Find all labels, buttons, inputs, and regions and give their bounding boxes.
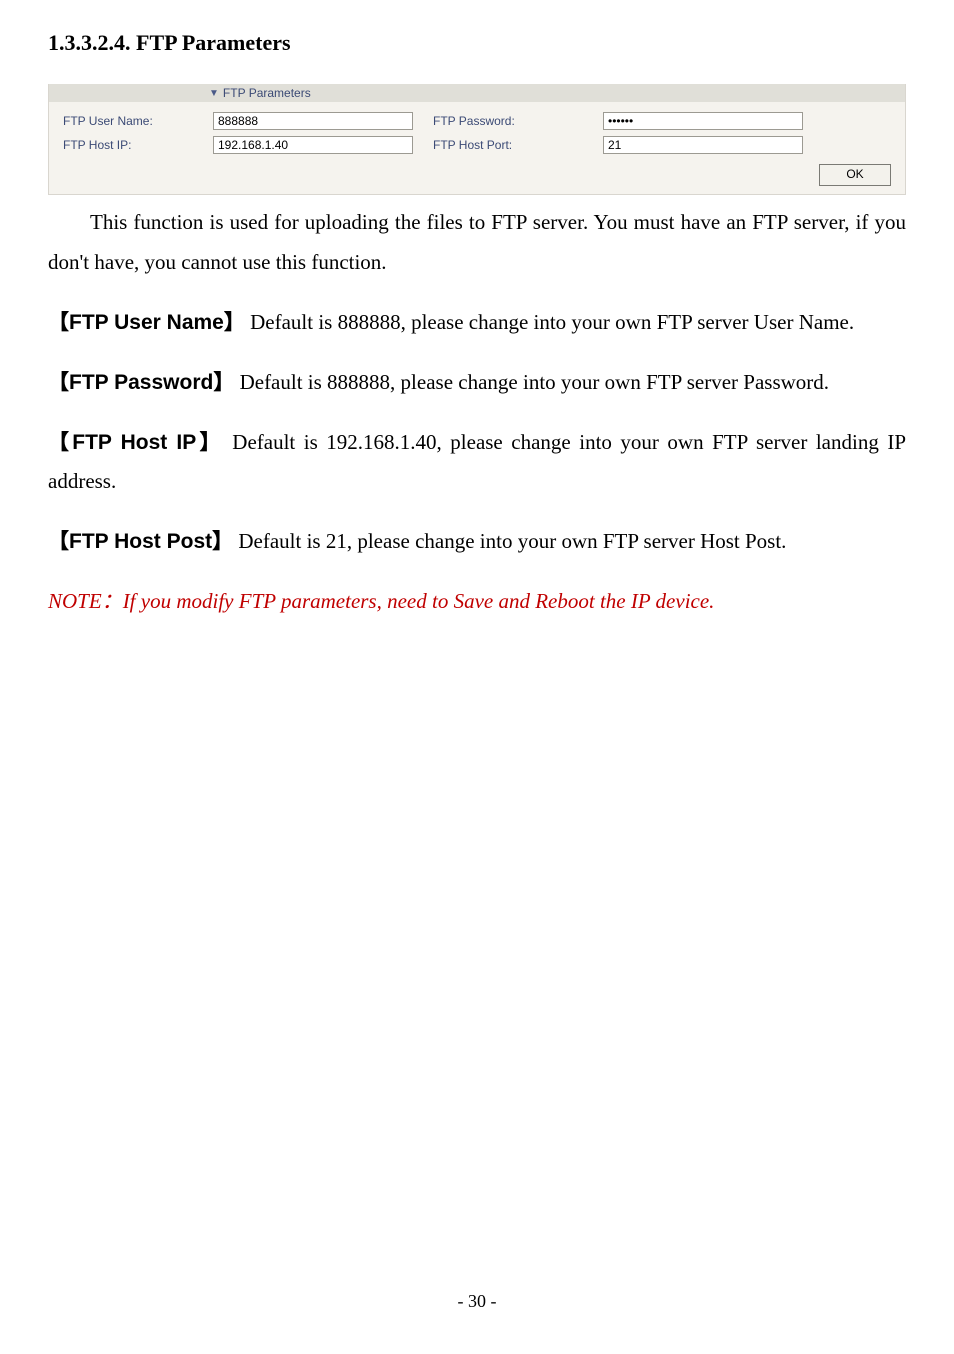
ftp-host-port-label: 【FTP Host Post】 [48,530,233,553]
note-text: If you modify FTP parameters, need to Sa… [123,589,715,613]
ok-button[interactable]: OK [819,164,891,186]
ftp-user-label: 【FTP User Name】 [48,311,245,334]
document-page: 1.3.3.2.4. FTP Parameters ▼ FTP Paramete… [0,0,954,1354]
chevron-down-icon: ▼ [209,88,219,99]
label-ftp-password: FTP Password: [433,114,603,128]
ftp-host-port-text: Default is 21, please change into your o… [238,529,786,553]
panel-title: FTP Parameters [223,86,311,100]
page-number: - 30 - [0,1291,954,1312]
ftp-host-ip-label: 【FTP Host IP】 [48,431,224,454]
intro-paragraph: This function is used for uploading the … [48,203,906,283]
input-ftp-password[interactable] [603,112,803,130]
input-ftp-host-port[interactable] [603,136,803,154]
panel-body: FTP User Name: FTP Password: FTP Host IP… [49,102,905,160]
label-ftp-user: FTP User Name: [63,114,213,128]
ftp-password-label: 【FTP Password】 [48,371,234,394]
panel-header[interactable]: ▼ FTP Parameters [49,84,905,102]
input-ftp-host-ip[interactable] [213,136,413,154]
ftp-password-paragraph: 【FTP Password】 Default is 888888, please… [48,363,906,403]
note-label: NOTE： [48,589,123,613]
ftp-password-text: Default is 888888, please change into yo… [240,370,829,394]
ftp-host-ip-paragraph: 【FTP Host IP】 Default is 192.168.1.40, p… [48,423,906,503]
ftp-user-paragraph: 【FTP User Name】 Default is 888888, pleas… [48,303,906,343]
note-paragraph: NOTE：If you modify FTP parameters, need … [48,582,906,622]
label-ftp-host-port: FTP Host Port: [433,138,603,152]
label-ftp-host-ip: FTP Host IP: [63,138,213,152]
ftp-user-text: Default is 888888, please change into yo… [250,310,854,334]
section-heading: 1.3.3.2.4. FTP Parameters [48,30,906,56]
input-ftp-user[interactable] [213,112,413,130]
ftp-parameters-panel: ▼ FTP Parameters FTP User Name: FTP Pass… [48,84,906,195]
ftp-host-port-paragraph: 【FTP Host Post】 Default is 21, please ch… [48,522,906,562]
